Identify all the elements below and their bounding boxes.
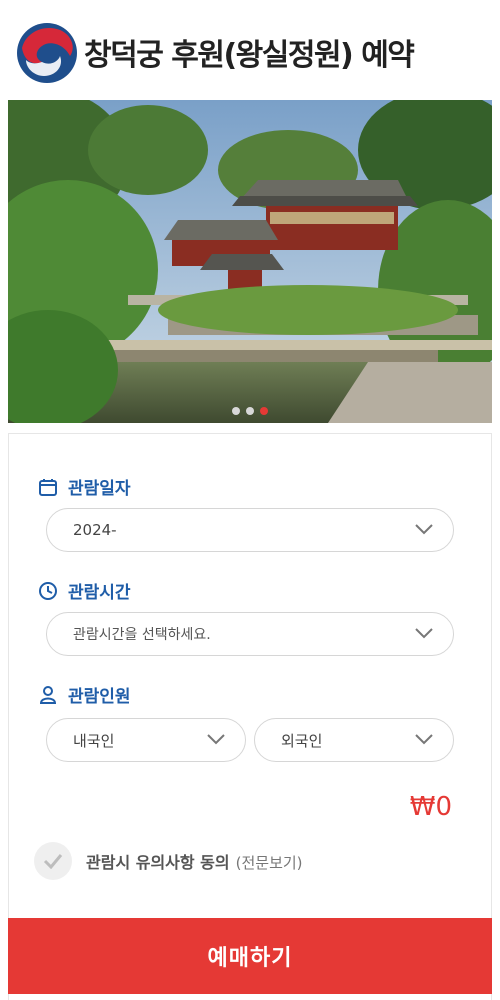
total-price: ₩0 [409, 792, 452, 822]
person-icon [39, 685, 57, 704]
full-text-link[interactable]: (전문보기) [236, 854, 303, 872]
carousel-dot[interactable] [232, 407, 240, 415]
carousel-indicators [8, 407, 492, 415]
chevron-down-icon [415, 524, 433, 535]
carousel-dot[interactable] [246, 407, 254, 415]
date-select[interactable]: 2024- [46, 508, 454, 552]
clock-icon [39, 581, 57, 600]
logo-icon [17, 23, 77, 83]
time-placeholder: 관람시간을 선택하세요. [73, 627, 211, 643]
header: 창덕궁 후원(왕실정원) 예약 [0, 0, 500, 100]
foreign-count-select[interactable]: 외국인 [254, 718, 454, 762]
people-section-label: 관람인원 [38, 682, 131, 707]
agree-checkbox[interactable] [34, 842, 72, 880]
chevron-down-icon [415, 628, 433, 639]
hero-carousel[interactable] [8, 100, 492, 423]
chevron-down-icon [415, 734, 433, 745]
people-label: 관람인원 [68, 687, 131, 707]
carousel-dot-active[interactable] [260, 407, 268, 415]
checkmark-icon [43, 854, 63, 869]
time-select[interactable]: 관람시간을 선택하세요. [46, 612, 454, 656]
agreement-label[interactable]: 관람시 유의사항 동의 [86, 853, 230, 872]
domestic-label: 내국인 [73, 731, 115, 750]
calendar-icon [39, 478, 57, 496]
time-label: 관람시간 [68, 583, 131, 603]
date-label: 관람일자 [68, 479, 131, 499]
chevron-down-icon [207, 734, 225, 745]
hero-image [8, 100, 492, 423]
date-value: 2024- [73, 521, 117, 539]
page-title: 창덕궁 후원(왕실정원) 예약 [84, 38, 415, 73]
date-section-label: 관람일자 [38, 474, 131, 499]
reserve-button[interactable]: 예매하기 [8, 918, 492, 994]
time-section-label: 관람시간 [38, 578, 131, 603]
foreign-label: 외국인 [281, 731, 323, 750]
agreement-row: 관람시 유의사항 동의 (전문보기) [34, 842, 303, 880]
domestic-count-select[interactable]: 내국인 [46, 718, 246, 762]
